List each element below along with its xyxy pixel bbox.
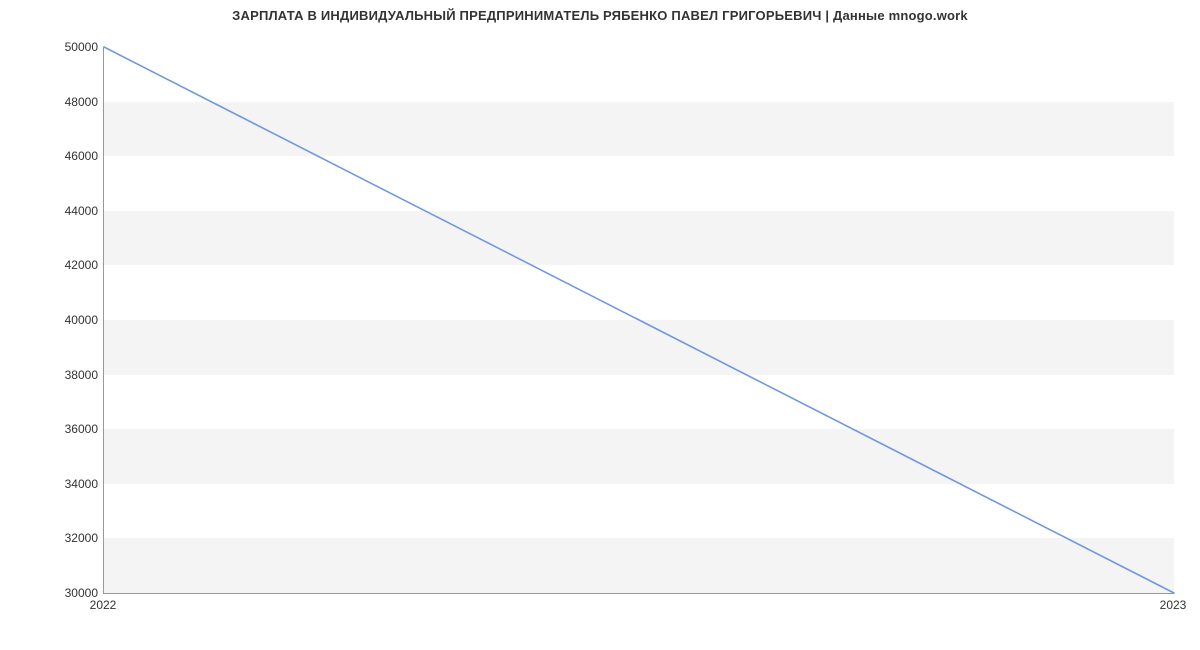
- y-tick-label: 50000: [8, 40, 98, 54]
- y-tick-label: 32000: [8, 531, 98, 545]
- y-tick-label: 30000: [8, 586, 98, 600]
- y-tick-label: 36000: [8, 422, 98, 436]
- chart-container: ЗАРПЛАТА В ИНДИВИДУАЛЬНЫЙ ПРЕДПРИНИМАТЕЛ…: [0, 0, 1200, 650]
- y-tick-label: 44000: [8, 204, 98, 218]
- y-tick-label: 38000: [8, 368, 98, 382]
- x-tick-label: 2023: [1160, 598, 1187, 612]
- y-tick-label: 40000: [8, 313, 98, 327]
- y-tick-label: 46000: [8, 149, 98, 163]
- series-line: [104, 47, 1174, 593]
- data-line: [104, 47, 1174, 593]
- plot-area: [103, 47, 1174, 594]
- chart-title: ЗАРПЛАТА В ИНДИВИДУАЛЬНЫЙ ПРЕДПРИНИМАТЕЛ…: [0, 8, 1200, 23]
- y-tick-label: 42000: [8, 258, 98, 272]
- x-tick-label: 2022: [90, 598, 117, 612]
- y-tick-label: 34000: [8, 477, 98, 491]
- y-tick-label: 48000: [8, 95, 98, 109]
